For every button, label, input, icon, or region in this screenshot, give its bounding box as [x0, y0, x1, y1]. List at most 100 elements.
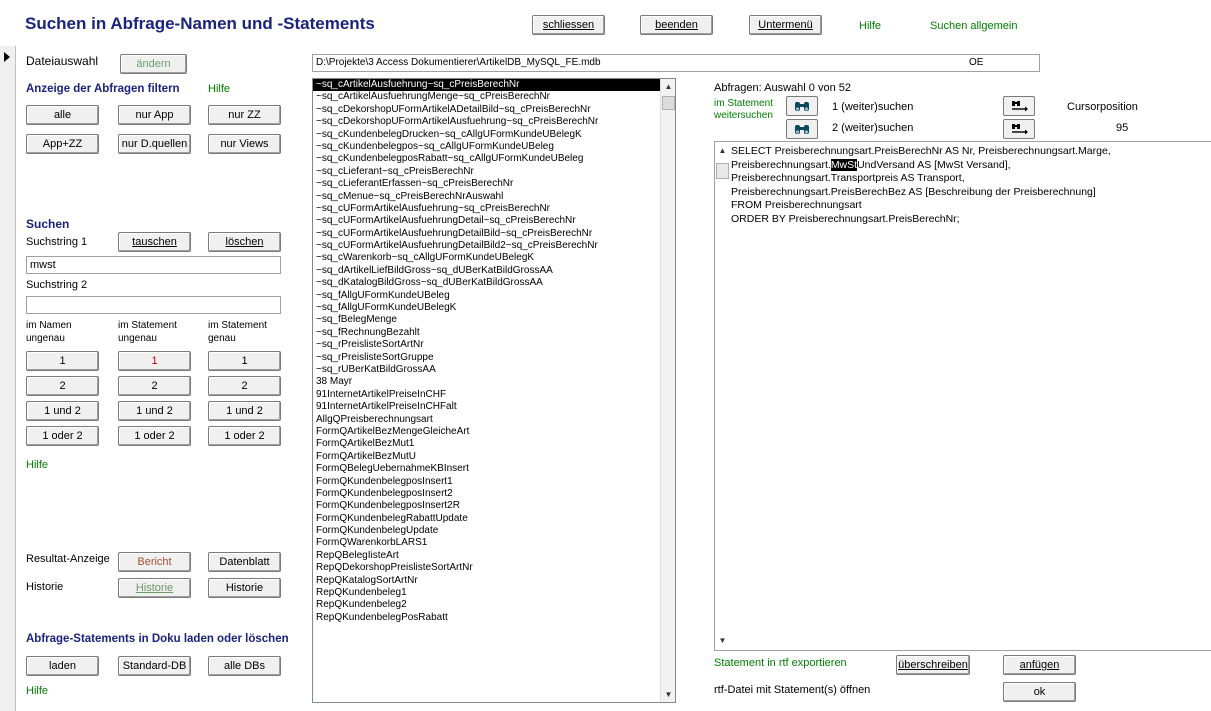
query-list-item[interactable]: FormQArtikelBezMutU	[313, 451, 661, 463]
query-list-item[interactable]: ~sq_fBelegMenge	[313, 314, 661, 326]
stmt-genau-1und2-button[interactable]: 1 und 2	[208, 401, 281, 421]
query-list-item[interactable]: ~sq_cLieferantErfassen~sq_cPreisBerechNr	[313, 178, 661, 190]
filter-app-zz-button[interactable]: App+ZZ	[26, 134, 99, 154]
search1-binoculars-button[interactable]	[786, 96, 818, 116]
stmt-ungenau-1und2-button[interactable]: 1 und 2	[118, 401, 191, 421]
filter-nur-zz-button[interactable]: nur ZZ	[208, 105, 281, 125]
doku-help-link[interactable]: Hilfe	[26, 685, 48, 697]
filter-nur-dquellen-button[interactable]: nur D.quellen	[118, 134, 191, 154]
query-list-item[interactable]: ~sq_cUFormArtikelAusfuehrungDetail~sq_cP…	[313, 215, 661, 227]
standard-db-button[interactable]: Standard-DB	[118, 656, 191, 676]
filter-nur-app-button[interactable]: nur App	[118, 105, 191, 125]
query-list-item[interactable]: 91InternetArtikelPreiseInCHF	[313, 389, 661, 401]
stmt-genau-1-button[interactable]: 1	[208, 351, 281, 371]
filter-nur-views-button[interactable]: nur Views	[208, 134, 281, 154]
scroll-down-icon[interactable]: ▼	[661, 687, 675, 702]
query-list-item[interactable]: FormQKundenbelegUpdate	[313, 525, 661, 537]
datenblatt-button[interactable]: Datenblatt	[208, 552, 281, 572]
stmt-genau-2-button[interactable]: 2	[208, 376, 281, 396]
query-list-item[interactable]: 38 Mayr	[313, 376, 661, 388]
query-list-item[interactable]: FormQArtikelBezMengeGleicheArt	[313, 426, 661, 438]
query-list-item[interactable]: ~sq_cUFormArtikelAusfuehrung~sq_cPreisBe…	[313, 203, 661, 215]
stmt-ungenau-1-button[interactable]: 1	[118, 351, 191, 371]
query-list-item[interactable]: ~sq_cUFormArtikelAusfuehrungDetailBild~s…	[313, 228, 661, 240]
query-list-item[interactable]: ~sq_cKundenbelegposRabatt~sq_cAllgUFormK…	[313, 153, 661, 165]
query-list-item[interactable]: ~sq_cUFormArtikelAusfuehrungDetailBild2~…	[313, 240, 661, 252]
stmt-genau-1oder2-button[interactable]: 1 oder 2	[208, 426, 281, 446]
namen-1oder2-button[interactable]: 1 oder 2	[26, 426, 99, 446]
search1-next-button[interactable]	[1003, 96, 1035, 116]
scroll-up-icon[interactable]: ▲	[661, 79, 675, 94]
query-list-item[interactable]: FormQKundenbelegposInsert2R	[313, 500, 661, 512]
ok-button[interactable]: ok	[1003, 682, 1076, 702]
suchen-allgemein-link[interactable]: Suchen allgemein	[930, 20, 1017, 32]
query-list-item[interactable]: AllgQPreisberechnungsart	[313, 414, 661, 426]
namen-2-button[interactable]: 2	[26, 376, 99, 396]
query-list-item[interactable]: FormQArtikelBezMut1	[313, 438, 661, 450]
query-list-item[interactable]: ~sq_cDekorshopUFormArtikelADetailBild~sq…	[313, 104, 661, 116]
filter-help-link[interactable]: Hilfe	[208, 83, 230, 95]
query-list-item[interactable]: ~sq_cMenue~sq_cPreisBerechNrAuswahl	[313, 191, 661, 203]
stmt-ungenau-1oder2-button[interactable]: 1 oder 2	[118, 426, 191, 446]
search2-next-button[interactable]	[1003, 119, 1035, 139]
query-list-item[interactable]: ~sq_cLieferant~sq_cPreisBerechNr	[313, 166, 661, 178]
query-list-item[interactable]: ~sq_cDekorshopUFormArtikelAusfuehrung~sq…	[313, 116, 661, 128]
header-help-link[interactable]: Hilfe	[859, 20, 881, 32]
loeschen-button[interactable]: löschen	[208, 232, 281, 252]
namen-1und2-button[interactable]: 1 und 2	[26, 401, 99, 421]
statement-scroll-up-icon[interactable]: ▲	[715, 143, 730, 158]
laden-button[interactable]: laden	[26, 656, 99, 676]
untermenu-button[interactable]: Untermenü	[749, 15, 822, 35]
query-list[interactable]: ~sq_cArtikelAusfuehrung~sq_cPreisBerechN…	[313, 79, 675, 624]
query-list-item[interactable]: ~sq_dKatalogBildGross~sq_dUBerKatBildGro…	[313, 277, 661, 289]
query-list-item[interactable]: FormQKundenbelegposInsert2	[313, 488, 661, 500]
query-list-item[interactable]: FormQBelegUebernahmeKBInsert	[313, 463, 661, 475]
query-list-item[interactable]: ~sq_rUBerKatBildGrossAA	[313, 364, 661, 376]
query-list-item[interactable]: ~sq_cKundenbelegDrucken~sq_cAllgUFormKun…	[313, 129, 661, 141]
suchen-help-link[interactable]: Hilfe	[26, 459, 48, 471]
suchstring2-input[interactable]	[26, 296, 281, 314]
search2-binoculars-button[interactable]	[786, 119, 818, 139]
query-list-item[interactable]: ~sq_rPreislisteSortGruppe	[313, 352, 661, 364]
ueberschreiben-button[interactable]: überschreiben	[896, 655, 970, 675]
query-list-item[interactable]: RepQBelegIisteArt	[313, 550, 661, 562]
query-list-item[interactable]: ~sq_cArtikelAusfuehrungMenge~sq_cPreisBe…	[313, 91, 661, 103]
query-list-item[interactable]: ~sq_fAllgUFormKundeUBelegK	[313, 302, 661, 314]
query-list-item[interactable]: RepQDekorshopPreislisteSortArtNr	[313, 562, 661, 574]
query-list-item[interactable]: ~sq_cArtikelAusfuehrung~sq_cPreisBerechN…	[313, 79, 661, 92]
query-list-item[interactable]: RepQKundenbeleg2	[313, 599, 661, 611]
stmt-ungenau-2-button[interactable]: 2	[118, 376, 191, 396]
namen-1-button[interactable]: 1	[26, 351, 99, 371]
statement-text[interactable]: SELECT Preisberechnungsart.PreisBerechNr…	[731, 145, 1111, 226]
query-list-item[interactable]: ~sq_fRechnungBezahlt	[313, 327, 661, 339]
historie-button[interactable]: Historie	[208, 578, 281, 598]
query-list-item[interactable]: RepQKatalogSortArtNr	[313, 575, 661, 587]
query-listbox[interactable]: ~sq_cArtikelAusfuehrung~sq_cPreisBerechN…	[312, 78, 676, 703]
query-list-item[interactable]: ~sq_fAllgUFormKundeUBeleg	[313, 290, 661, 302]
query-list-item[interactable]: ~sq_rPreislisteSortArtNr	[313, 339, 661, 351]
tauschen-button[interactable]: tauschen	[118, 232, 191, 252]
query-list-item[interactable]: ~sq_cWarenkorb~sq_cAllgUFormKundeUBelegK	[313, 252, 661, 264]
anfuegen-button[interactable]: anfügen	[1003, 655, 1076, 675]
query-list-item[interactable]: ~sq_cKundenbelegpos~sq_cAllgUFormKundeUB…	[313, 141, 661, 153]
query-list-item[interactable]: FormQWarenkorbLARS1	[313, 537, 661, 549]
list-scrollbar[interactable]: ▲ ▼	[660, 79, 675, 702]
query-list-item[interactable]: RepQKundenbeleg1	[313, 587, 661, 599]
statement-scroll-thumb[interactable]	[716, 163, 729, 179]
query-list-item[interactable]: 91InternetArtikelPreiseInCHFalt	[313, 401, 661, 413]
aendern-button[interactable]: ändern	[120, 54, 187, 74]
filter-alle-button[interactable]: alle	[26, 105, 99, 125]
schliessen-button[interactable]: schliessen	[532, 15, 605, 35]
scroll-thumb[interactable]	[662, 96, 675, 110]
query-list-item[interactable]: FormQKundenbelegRabattUpdate	[313, 513, 661, 525]
statement-textbox[interactable]: ▲ ▼ SELECT Preisberechnungsart.PreisBere…	[714, 141, 1211, 651]
query-list-item[interactable]: ~sq_dArtikelLiefBildGross~sq_dUBerKatBil…	[313, 265, 661, 277]
alle-dbs-button[interactable]: alle DBs	[208, 656, 281, 676]
suchstring1-input[interactable]: mwst	[26, 256, 281, 274]
statement-scroll-down-icon[interactable]: ▼	[715, 633, 730, 648]
beenden-button[interactable]: beenden	[640, 15, 713, 35]
bericht-button[interactable]: Bericht	[118, 552, 191, 572]
query-list-item[interactable]: FormQKundenbelegposInsert1	[313, 476, 661, 488]
historie-disabled-button[interactable]: Historie	[118, 578, 191, 598]
record-selector[interactable]	[0, 46, 16, 711]
